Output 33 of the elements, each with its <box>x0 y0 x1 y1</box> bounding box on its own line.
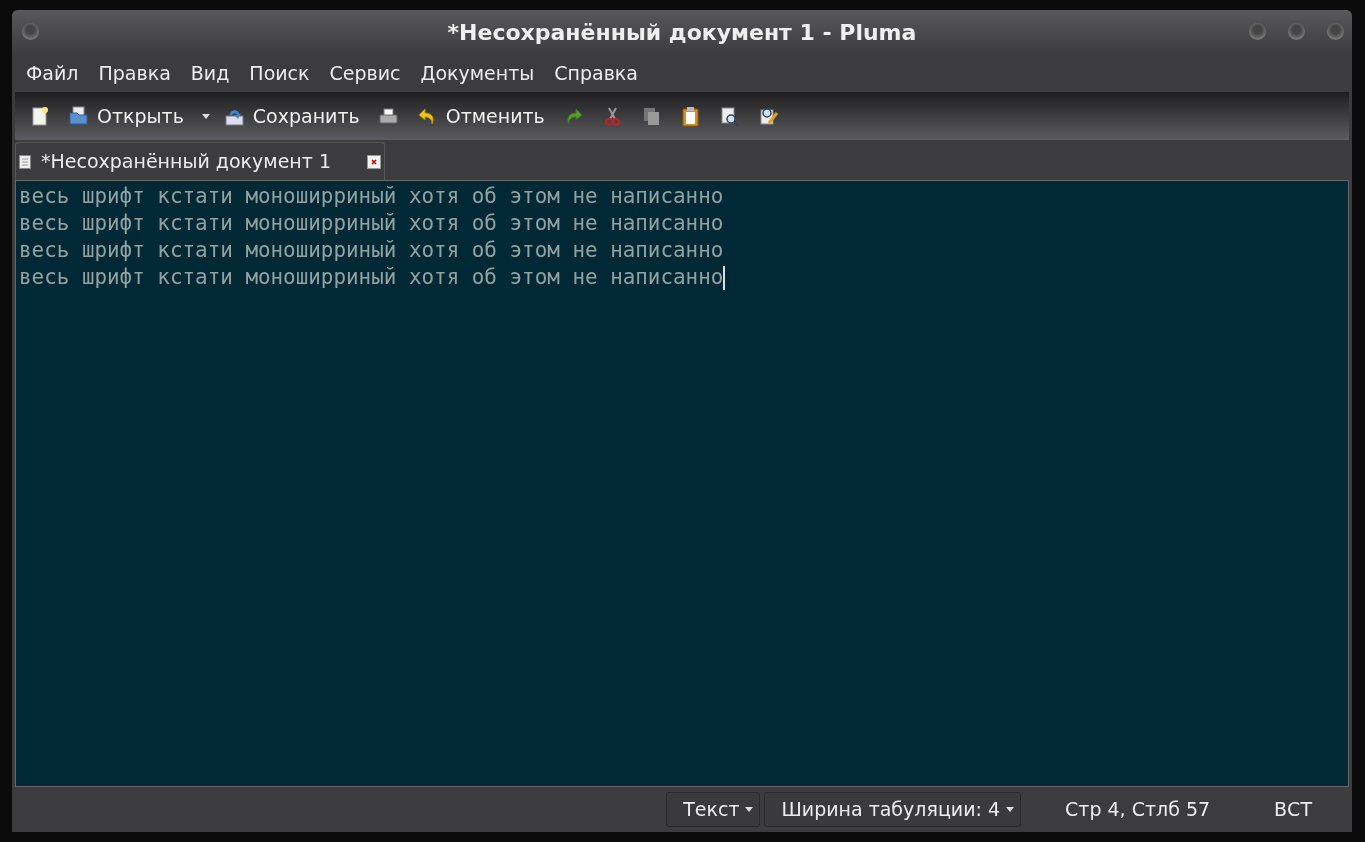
status-dropdown[interactable]: Текст <box>666 792 761 827</box>
menu-item[interactable]: Справка <box>544 59 648 88</box>
text-cursor <box>723 266 726 290</box>
undo-arrow-button[interactable]: Отменить <box>412 99 549 133</box>
close-icon[interactable] <box>366 154 381 169</box>
caret-icon <box>1006 807 1015 812</box>
folder-button[interactable]: Открыть <box>64 99 188 133</box>
status-text: Стр 4, Стлб 57 <box>1064 797 1212 823</box>
find-replace-icon <box>757 105 779 127</box>
clipboard-icon <box>679 105 701 127</box>
caret-icon <box>745 807 754 812</box>
text-line: весь шрифт кстати моноширриный хотя об этом не написанно <box>19 211 724 235</box>
tab-label: *Несохранённый документ 1 <box>41 149 331 175</box>
window-title: *Несохранённый документ 1 - Pluma <box>447 19 917 47</box>
menu-item[interactable]: Документы <box>410 59 545 88</box>
menu-item[interactable]: Поиск <box>239 59 320 88</box>
status-text: ВСТ <box>1273 797 1314 823</box>
document-icon <box>19 154 31 169</box>
status-dropdown[interactable]: Ширина табуляции: 4 <box>764 792 1022 827</box>
text-line: весь шрифт кстати моноширриный хотя об этом не написанно <box>19 238 724 262</box>
find-icon <box>718 105 740 127</box>
menu-item[interactable]: Файл <box>16 59 89 88</box>
menu-item[interactable]: Вид <box>180 59 240 88</box>
document-tab[interactable]: *Несохранённый документ 1 <box>15 142 385 180</box>
dropdown-caret-icon[interactable] <box>201 113 210 119</box>
save-button[interactable]: Сохранить <box>219 99 364 133</box>
menu-item[interactable]: Сервис <box>319 59 411 88</box>
printer-icon <box>377 105 399 127</box>
text-line: весь шрифт кстати моноширриный хотя об этом не написанно <box>19 184 724 208</box>
text-line: весь шрифт кстати моноширриный хотя об этом не написанно <box>19 265 724 289</box>
folder-icon <box>68 105 89 127</box>
menu-item[interactable]: Правка <box>88 59 181 88</box>
new-document-icon <box>29 105 50 127</box>
